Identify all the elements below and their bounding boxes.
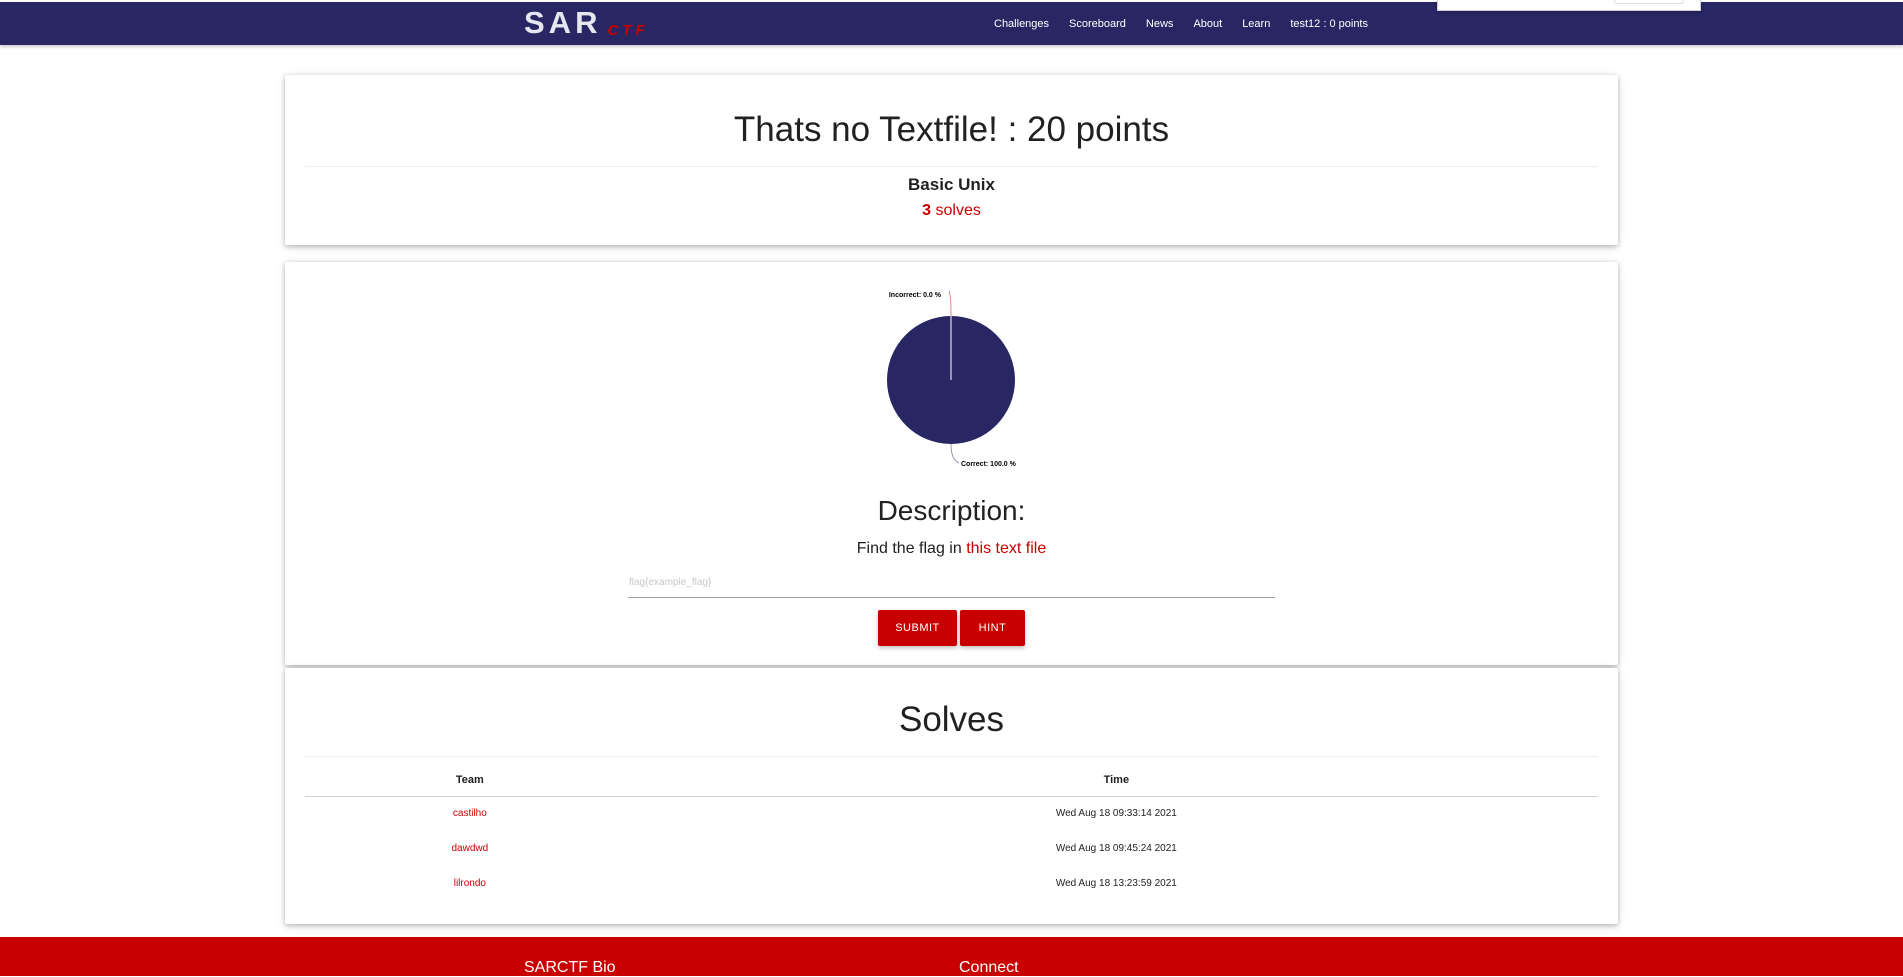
flag-input[interactable] (628, 568, 1275, 598)
table-row: lilrondo Wed Aug 18 13:23:59 2021 (305, 866, 1598, 901)
team-link[interactable]: lilrondo (305, 866, 635, 901)
solves-table: Team Time castilho Wed Aug 18 09:33:14 2… (305, 764, 1598, 901)
submit-button[interactable]: SUBMIT (878, 610, 957, 646)
leader-line-incorrect (948, 290, 952, 317)
solve-time: Wed Aug 18 13:23:59 2021 (1055, 878, 1177, 889)
description-heading: Description: (877, 495, 1026, 526)
footer: SARCTF Bio Connect (0, 937, 1903, 976)
leader-line-correct (950, 443, 960, 464)
nav-link-learn[interactable]: Learn (1242, 18, 1270, 30)
logo-text: SAR (524, 5, 602, 40)
logo-subtext: CTF (607, 22, 649, 39)
divider (305, 756, 1598, 757)
nav-link-about[interactable]: About (1193, 18, 1222, 30)
solve-count-label: solves (935, 202, 981, 219)
site-logo[interactable]: SAR CTF (524, 5, 649, 41)
table-header-row: Team Time (305, 764, 1598, 797)
description-prefix: Find the flag in (856, 540, 967, 557)
challenge-header-card: Thats no Textfile! : 20 points Basic Uni… (285, 75, 1618, 245)
table-row: dawdwd Wed Aug 18 09:45:24 2021 (305, 831, 1598, 866)
challenge-body-card: Incorrect: 0.0 % Correct: 100.0 % Descri… (285, 262, 1618, 665)
footer-bio-heading: SARCTF Bio (524, 959, 616, 976)
nav-link-challenges[interactable]: Challenges (994, 18, 1049, 30)
solves-title: Solves (898, 700, 1005, 739)
table-row: castilho Wed Aug 18 09:33:14 2021 (305, 796, 1598, 831)
footer-connect-heading: Connect (959, 959, 1019, 976)
column-header-team: Team (305, 764, 635, 797)
nav-link-news[interactable]: News (1146, 18, 1174, 30)
team-link[interactable]: dawdwd (305, 831, 635, 866)
solves-card: Solves Team Time castilho Wed Aug 18 09:… (285, 668, 1618, 924)
challenge-category: Basic Unix (908, 175, 995, 194)
team-link[interactable]: castilho (305, 796, 635, 831)
divider (305, 166, 1598, 167)
description-text: Find the flag in this text file (285, 539, 1618, 559)
hint-button[interactable]: HINT (960, 610, 1025, 646)
solve-count-number: 3 (922, 202, 932, 219)
popup-button[interactable] (1614, 0, 1684, 4)
challenge-title: Thats no Textfile! : 20 points (733, 110, 1170, 149)
solve-time: Wed Aug 18 09:45:24 2021 (1055, 843, 1177, 854)
nav-menu: Challenges Scoreboard News About Learn t… (994, 2, 1368, 45)
column-header-time: Time (634, 764, 1598, 797)
pie-label-incorrect: Incorrect: 0.0 % (889, 292, 942, 299)
nav-link-scoreboard[interactable]: Scoreboard (1069, 18, 1126, 30)
nav-user-points[interactable]: test12 : 0 points (1290, 18, 1368, 30)
solve-ratio-pie-chart: Incorrect: 0.0 % Correct: 100.0 % (887, 290, 1017, 468)
pie-label-correct: Correct: 100.0 % (961, 461, 1017, 468)
solve-time: Wed Aug 18 09:33:14 2021 (1055, 808, 1177, 820)
solves-table-wrap: Team Time castilho Wed Aug 18 09:33:14 2… (305, 764, 1598, 901)
dropdown-popup (1437, 0, 1701, 11)
text-file-link[interactable]: this text file (966, 540, 1046, 557)
solve-count: 3 solves (285, 201, 1618, 221)
